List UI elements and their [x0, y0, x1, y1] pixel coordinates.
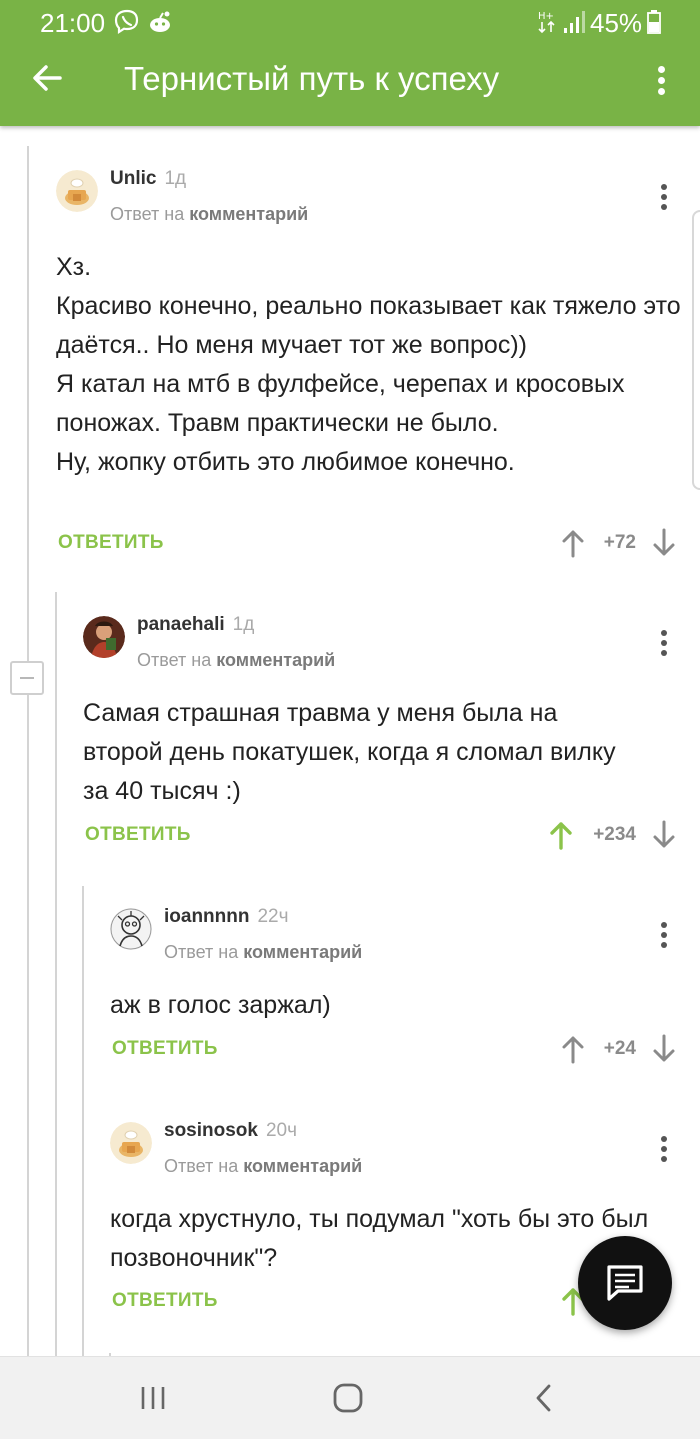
downvote-button[interactable] [652, 1034, 676, 1064]
rating: +24 [603, 1038, 636, 1059]
back-button[interactable] [28, 56, 68, 100]
comment-age: 1д [232, 614, 255, 635]
comment-text: когда хрустнуло, ты подумал "хоть бы это… [110, 1205, 649, 1272]
avatar[interactable] [83, 616, 125, 658]
comment-text: Самая страшная травма у меня была на вто… [83, 699, 616, 805]
comment-text: Хз. Красиво конечно, реально показывает … [56, 253, 681, 476]
reply-to-link[interactable]: комментарий [243, 942, 362, 962]
comment-icon [607, 1265, 643, 1301]
reply-to-line: Ответ на комментарий [137, 650, 336, 670]
reply-to-link[interactable]: комментарий [216, 650, 335, 670]
status-time: 21:00 [40, 8, 106, 38]
reply-to-link[interactable]: комментарий [189, 204, 308, 224]
arrow-down-icon [653, 1034, 675, 1062]
comment-age: 1д [164, 168, 187, 189]
upvote-button[interactable] [549, 820, 573, 850]
home-button[interactable] [326, 1377, 370, 1421]
avatar[interactable] [56, 170, 98, 212]
thread-line-level-2[interactable] [55, 592, 57, 1356]
more-menu-button[interactable] [648, 60, 676, 100]
comment-menu-button[interactable] [654, 628, 674, 658]
rating: +72 [603, 532, 636, 553]
comment-menu-button[interactable] [654, 182, 674, 212]
arrow-up-icon [550, 822, 572, 850]
battery-percentage: 45% [590, 8, 643, 38]
reply-button[interactable]: ОТВЕТИТЬ [112, 1290, 218, 1312]
comment-age: 22ч [257, 906, 289, 927]
arrow-down-icon [653, 820, 675, 848]
reply-button[interactable]: ОТВЕТИТЬ [58, 532, 164, 554]
arrow-left-icon [33, 65, 62, 91]
username[interactable]: Unlic 1д [110, 168, 186, 190]
reply-to-line: Ответ на комментарий [164, 1156, 363, 1176]
back-icon [536, 1384, 551, 1412]
home-icon [333, 1383, 363, 1413]
downvote-button[interactable] [652, 820, 676, 850]
recent-apps-icon [141, 1387, 165, 1409]
scroll-indicator[interactable] [692, 210, 700, 490]
reply-to-link[interactable]: комментарий [243, 1156, 362, 1176]
avatar[interactable] [110, 908, 152, 950]
new-comment-fab[interactable] [578, 1236, 672, 1330]
status-bar: 21:00 H+ 45% [0, 0, 700, 44]
comment-age: 20ч [265, 1120, 298, 1141]
reply-to-line: Ответ на комментарий [110, 204, 309, 224]
comment-menu-button[interactable] [654, 1134, 674, 1164]
avatar[interactable] [110, 1122, 152, 1164]
data-arrows-icon: H+ [538, 8, 556, 41]
comment-thread: Unlic 1д Ответ на комментарий Хз. Красиво… [0, 126, 700, 1356]
reply-button[interactable]: ОТВЕТИТЬ [85, 824, 191, 846]
username[interactable]: sosinosok 20ч [164, 1120, 297, 1142]
reply-to-line: Ответ на комментарий [164, 942, 363, 962]
system-nav-bar [0, 1356, 700, 1439]
arrow-down-icon [653, 528, 675, 556]
collapse-thread-button[interactable] [10, 661, 44, 695]
username[interactable]: panaehali 1д [137, 614, 254, 636]
rating: +234 [593, 824, 636, 845]
comment-menu-button[interactable] [654, 920, 674, 950]
thread-line-level-3[interactable] [82, 886, 84, 1356]
signal-icon [562, 8, 586, 41]
app-header: 21:00 H+ 45% Тернистый путь к успеху [0, 0, 700, 126]
page-title: Тернистый путь к успеху [124, 60, 500, 97]
downvote-button[interactable] [652, 528, 676, 558]
nav-back-button[interactable] [522, 1377, 566, 1421]
thread-line-level-1 [27, 146, 29, 1356]
battery-icon [646, 8, 662, 41]
svg-text:H+: H+ [538, 11, 554, 22]
username[interactable]: ioannnnn 22ч [164, 906, 289, 928]
reddit-icon [146, 8, 174, 41]
comment-text: аж в голос заржал) [110, 991, 331, 1019]
reply-button[interactable]: ОТВЕТИТЬ [112, 1038, 218, 1060]
viber-icon [113, 8, 141, 41]
recent-apps-button[interactable] [131, 1377, 175, 1421]
